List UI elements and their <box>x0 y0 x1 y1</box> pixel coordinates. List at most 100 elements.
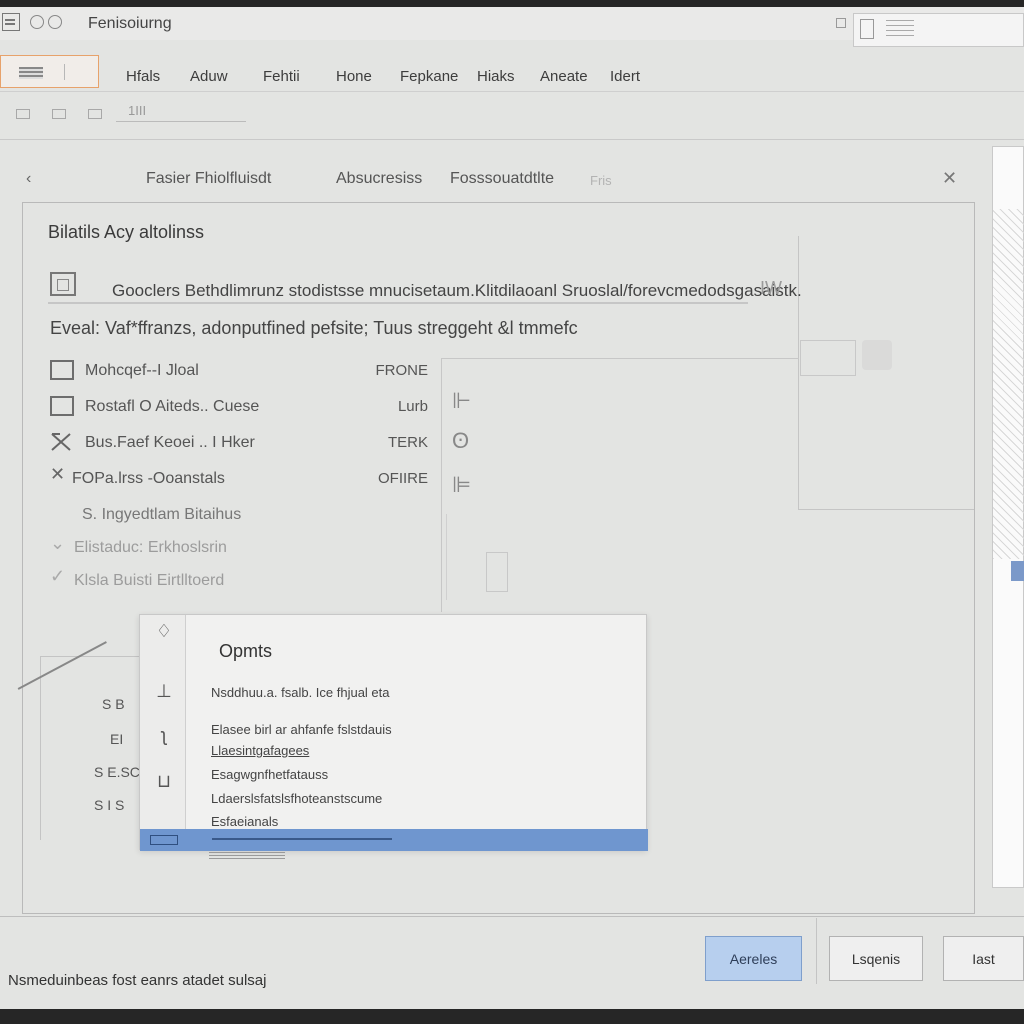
bucket-icon[interactable]: ⊔ <box>155 771 173 792</box>
redo-icon[interactable] <box>48 15 62 29</box>
ribbon-tab[interactable]: Hfals <box>126 68 160 85</box>
option-row[interactable]: ⌄ Elistaduc: Erkhoslsrin <box>48 533 428 561</box>
option-label: Rostafl O Aiteds.. Cuese <box>85 398 260 415</box>
summary-text: Eveal: Vaf*ffranzs, adonputfined pefsite… <box>50 318 578 338</box>
option-value: Lurb <box>397 398 428 415</box>
option-row[interactable]: Rostafl O Aiteds.. Cuese Lurb <box>48 394 428 420</box>
secondary-button[interactable]: Lsqenis <box>829 936 923 981</box>
ribbon-tab[interactable]: Aneate <box>540 68 588 85</box>
options-item[interactable]: Llaesintgafagees <box>211 743 309 758</box>
app-menu-icon[interactable] <box>2 13 20 31</box>
options-item[interactable]: Nsddhuu.a. fsalb. Ice fhjual eta <box>211 685 390 700</box>
option-label: Klsla Buisti Eirtlltoerd <box>74 572 225 589</box>
ribbon-tab[interactable]: Idert <box>610 68 640 85</box>
file-tab-divider <box>64 64 65 80</box>
options-icon-rail: ♢ ⊥ ʅ ⊔ <box>140 615 186 829</box>
option-value: TERK <box>387 434 428 451</box>
ribbon-tab[interactable]: Aduw <box>190 68 228 85</box>
document-icon <box>860 19 874 39</box>
option-label: Mohcqef--I Jloal <box>85 362 199 379</box>
title-bar: Fenisoiurng <box>0 7 1024 47</box>
toolbar-field[interactable]: 1III <box>116 100 246 122</box>
footer-vertical-divider <box>816 918 817 984</box>
ribbon-tab[interactable]: Hone <box>336 68 372 85</box>
ribbon-tab[interactable]: Fepkane <box>400 68 458 85</box>
status-text: Nsmeduinbeas fost eanrs atadet sulsaj <box>8 972 267 989</box>
option-label: Elistaduc: Erkhoslsrin <box>74 539 227 556</box>
toolbar-icon[interactable] <box>16 109 30 119</box>
option-label: FOPa.lrss -Ooanstals <box>72 470 225 487</box>
checkbox-icon[interactable] <box>50 272 76 296</box>
sub-panel-label: EI <box>110 731 124 747</box>
back-arrow-icon[interactable]: ‹ <box>26 170 31 188</box>
document-preview-image <box>993 209 1024 559</box>
options-selection-bar[interactable] <box>140 829 648 851</box>
tertiary-button[interactable]: Iast <box>943 936 1024 981</box>
toolbar-icon[interactable] <box>88 109 102 119</box>
option-label: Bus.Faef Keoei .. I Hker <box>85 434 255 451</box>
ribbon-tab[interactable]: Fehtii <box>263 68 300 85</box>
ribbon-tab[interactable]: Hiaks <box>477 68 515 85</box>
description-text: Gooclers Bethdlimrunz stodistsse mnucise… <box>112 281 802 300</box>
footer-divider <box>0 916 1024 917</box>
dialog-tab[interactable]: Absucresiss <box>336 170 422 188</box>
pen-tool-icon[interactable]: ⊩ <box>452 388 492 416</box>
options-item[interactable]: Ldaerslsfatslsfhoteanstscume <box>211 791 382 806</box>
options-title: Opmts <box>219 641 273 661</box>
options-item[interactable]: Elasee birl ar ahfanfe fslstdauis <box>211 722 392 737</box>
page-icon <box>50 396 74 416</box>
option-value: FRONE <box>375 362 429 379</box>
description-badge: IW <box>760 278 782 298</box>
chevron-down-icon: ⌄ <box>50 533 66 553</box>
undo-icon[interactable] <box>30 15 44 29</box>
preview-thumbnail[interactable] <box>800 340 856 376</box>
page-icon <box>50 360 74 380</box>
pencil-icon[interactable]: ⊥ <box>155 681 173 702</box>
sub-panel-label: S B <box>102 696 125 712</box>
options-popup: ♢ ⊥ ʅ ⊔ Opmts Nsddhuu.a. fsalb. Ice fhju… <box>139 614 648 851</box>
dialog-tab[interactable]: Fosssouatdtlte <box>450 170 554 188</box>
selection-marker <box>1011 561 1024 581</box>
option-row[interactable]: Bus.Faef Keoei .. I Hker TERK <box>48 430 428 456</box>
side-document-strip[interactable] <box>992 146 1024 888</box>
marker-tool-icon[interactable]: ⊫ <box>452 472 492 500</box>
bottom-frame-band <box>0 1009 1024 1024</box>
option-label: S. Ingyedtlam Bitaihus <box>82 506 242 523</box>
top-frame-band <box>0 0 1024 7</box>
preview-thumbnail-image <box>862 340 892 370</box>
slider-thumb-icon[interactable] <box>150 835 178 845</box>
brush-tool-icon[interactable]: ʘ <box>452 428 492 456</box>
toolbar-icon[interactable] <box>52 109 66 119</box>
toolbar: 1III <box>0 92 1024 140</box>
option-row[interactable]: ✓ Klsla Buisti Eirtlltoerd <box>48 566 428 594</box>
window-title: Fenisoiurng <box>88 15 172 32</box>
options-item[interactable]: Esagwgnfhetfatauss <box>211 767 328 782</box>
section-title: Bilatils Acy altolinss <box>48 222 205 242</box>
option-row[interactable]: ✕ FOPa.lrss -Ooanstals OFIIRE <box>48 464 428 492</box>
primary-button[interactable]: Aereles <box>705 936 802 981</box>
option-row[interactable]: Mohcqef--I Jloal FRONE <box>48 358 428 384</box>
popup-underline <box>209 852 285 860</box>
option-value: OFIIRE <box>377 470 428 487</box>
slider-track <box>212 838 392 840</box>
pen-nib-icon[interactable]: ♢ <box>155 621 173 642</box>
hook-icon[interactable]: ʅ <box>155 725 173 746</box>
restore-icon[interactable] <box>836 18 846 28</box>
close-icon[interactable]: ✕ <box>942 168 957 189</box>
window-thumbnail[interactable] <box>853 13 1024 47</box>
options-item[interactable]: Esfaeianals <box>211 814 278 829</box>
text-lines-icon <box>886 20 914 40</box>
ribbon-tab-bar: Hfals Aduw Fehtii Hone Fepkane Hiaks Ane… <box>0 48 1024 92</box>
file-tab[interactable] <box>0 55 99 88</box>
dialog-tab[interactable]: Fasier Fhiolfluisdt <box>146 170 271 188</box>
box-tool-icon[interactable] <box>486 552 508 592</box>
dialog-tab[interactable]: Fris <box>590 173 612 188</box>
collapse-chevron-icon: ✕ <box>50 464 66 484</box>
sub-panel-label: S I S <box>94 797 125 813</box>
sub-panel-label: S E.SC <box>94 764 140 780</box>
scissors-icon <box>50 432 74 452</box>
option-row[interactable]: S. Ingyedtlam Bitaihus <box>48 502 428 528</box>
check-icon: ✓ <box>50 566 66 586</box>
description-divider <box>48 302 748 304</box>
menu-lines-icon <box>19 67 43 79</box>
